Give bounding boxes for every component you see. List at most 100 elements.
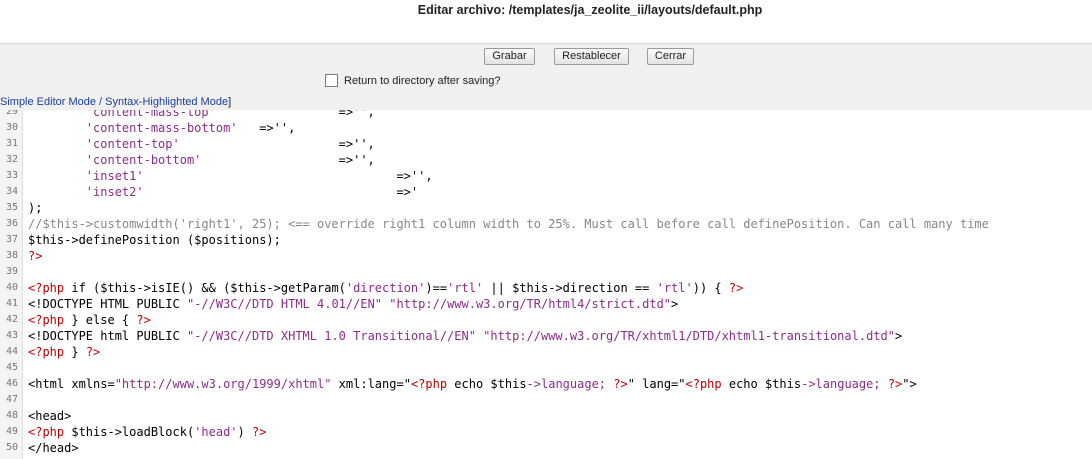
code-token: ); [28, 201, 43, 215]
code-line: 40 <?php if ($this->isIE() && ($this->get… [0, 280, 1092, 296]
code-line: 31 'content-top' =>'', [0, 136, 1092, 152]
code-line: 33 'inset1' =>'', [0, 168, 1092, 184]
code-token: " lang=" [627, 377, 686, 391]
line-number: 49 [5, 426, 18, 437]
code-token: <?php [28, 281, 65, 295]
code-token: ?> [136, 313, 151, 327]
code-line: 50 </head> [0, 440, 1092, 456]
code-text: <?php if ($this->isIE() && ($this->getPa… [28, 280, 743, 296]
code-token: "> [902, 377, 917, 391]
line-number: 31 [5, 138, 18, 149]
code-token: "-//W3C//DTD XHTML 1.0 Transitional//EN" [186, 329, 476, 343]
line-number: 47 [5, 394, 18, 405]
code-token: ?> [887, 377, 903, 391]
mode-separator: / [96, 96, 106, 108]
line-number: 43 [5, 330, 18, 341]
code-token: $this [100, 281, 137, 295]
code-text: 'content-bottom' =>'', [28, 152, 375, 168]
code-editor[interactable]: 29 'content-mass-top' =>'', 30 'content-m… [0, 110, 1092, 459]
code-token: ) [237, 425, 252, 439]
code-token: $this [512, 281, 549, 295]
line-number: 30 [5, 122, 18, 133]
syntax-highlighted-mode-link[interactable]: Syntax-Highlighted Mode [105, 96, 228, 108]
reset-button[interactable]: Restablecer [554, 48, 629, 65]
code-line: 46 <html xmlns="http://www.w3.org/1999/xh… [0, 376, 1092, 392]
code-token: ?> [252, 425, 267, 439]
code-token: $positions [194, 233, 267, 247]
code-text: 'content-mass-bottom' =>'', [28, 120, 296, 136]
code-token: =>'', [201, 153, 375, 167]
line-number: 42 [5, 314, 18, 325]
code-line: 42 <?php } else { ?> [0, 312, 1092, 328]
mode-suffix: ] [228, 96, 232, 108]
code-line: 41 <!DOCTYPE HTML PUBLIC "-//W3C//DTD HTM… [0, 296, 1092, 312]
toolbar: Grabar Restablecer Cerrar Return to dire… [0, 44, 1092, 111]
code-token: <?php [28, 345, 65, 359]
code-text: 'content-top' =>'', [28, 136, 375, 152]
code-token: ->isIE() && ( [136, 281, 231, 295]
code-token: 'inset1' [28, 169, 144, 183]
line-number: 48 [5, 410, 18, 421]
simple-editor-mode-link[interactable]: Simple Editor Mode [0, 96, 96, 108]
return-to-directory-checkbox[interactable] [325, 74, 338, 87]
code-line: 29 'content-mass-top' =>'', [0, 110, 1092, 120]
line-number: 50 [5, 442, 18, 453]
code-text: <?php $this->loadBlock('head') ?> [28, 424, 266, 440]
line-number: 29 [5, 110, 18, 117]
return-to-directory-label: Return to directory after saving? [344, 75, 501, 87]
line-number: 34 [5, 186, 18, 197]
code-token: $this [28, 233, 65, 247]
code-token: xml:lang=" [331, 377, 411, 391]
line-number: 39 [5, 266, 18, 277]
code-token: 'direction' [345, 281, 426, 295]
code-token: $this [230, 281, 267, 295]
code-token: <head> [28, 409, 72, 423]
code-line: 34 'inset2' =>' [0, 184, 1092, 200]
code-token: if ( [64, 281, 101, 295]
code-token: =>' [143, 185, 419, 199]
line-number: 38 [5, 250, 18, 261]
code-line: 44 <?php } ?> [0, 344, 1092, 360]
save-button[interactable]: Grabar [484, 48, 535, 65]
code-text: 'inset1' =>'', [28, 168, 433, 184]
code-token: <?php [685, 377, 722, 391]
code-token: ?> [728, 281, 744, 295]
code-token: <!DOCTYPE HTML PUBLIC [28, 297, 187, 311]
code-token: </head> [28, 441, 79, 455]
code-token: =>'', [237, 121, 296, 135]
code-token: echo [447, 377, 491, 391]
code-line: 47 [0, 392, 1092, 408]
code-text: </head> [28, 440, 79, 456]
code-token: ?> [613, 377, 628, 391]
code-token: ); [266, 233, 281, 247]
code-text: //$this->customwidth('right1', 25); <== … [28, 216, 989, 232]
line-number: 40 [5, 282, 18, 293]
code-line: 37 $this->definePosition ($positions); [0, 232, 1092, 248]
code-text: <head> [28, 408, 71, 424]
code-token: ->definePosition ( [64, 233, 195, 247]
code-line: 49 <?php $this->loadBlock('head') ?> [0, 424, 1092, 440]
code-token: ?> [28, 249, 43, 263]
code-token: $this [71, 425, 108, 439]
line-number: 44 [5, 346, 18, 357]
code-token: //$this->customwidth('right1', 25); <== … [28, 217, 989, 231]
code-token: <html xmlns= [28, 377, 115, 391]
code-token: 'content-mass-bottom' [28, 121, 238, 135]
code-token: "http://www.w3.org/TR/xhtml1/DTD/xhtml1-… [483, 329, 895, 343]
code-line: 32 'content-bottom' =>'', [0, 152, 1092, 168]
code-token: <?php [28, 313, 65, 327]
code-line: 48 <head> [0, 408, 1092, 424]
code-token: || [483, 281, 513, 295]
code-line: 39 [0, 264, 1092, 280]
line-number: 37 [5, 234, 18, 245]
code-token: 'content-top' [28, 137, 180, 151]
code-token: ->language; [801, 377, 888, 391]
line-number: 41 [5, 298, 18, 309]
code-token: 'content-bottom' [28, 153, 202, 167]
line-number: 36 [5, 218, 18, 229]
code-token: <?php [28, 425, 65, 439]
code-token: ->getParam( [266, 281, 346, 295]
close-button[interactable]: Cerrar [647, 48, 694, 65]
code-text: 'inset2' =>' [28, 184, 418, 200]
code-lines: 29 'content-mass-top' =>'', 30 'content-m… [0, 110, 1092, 456]
